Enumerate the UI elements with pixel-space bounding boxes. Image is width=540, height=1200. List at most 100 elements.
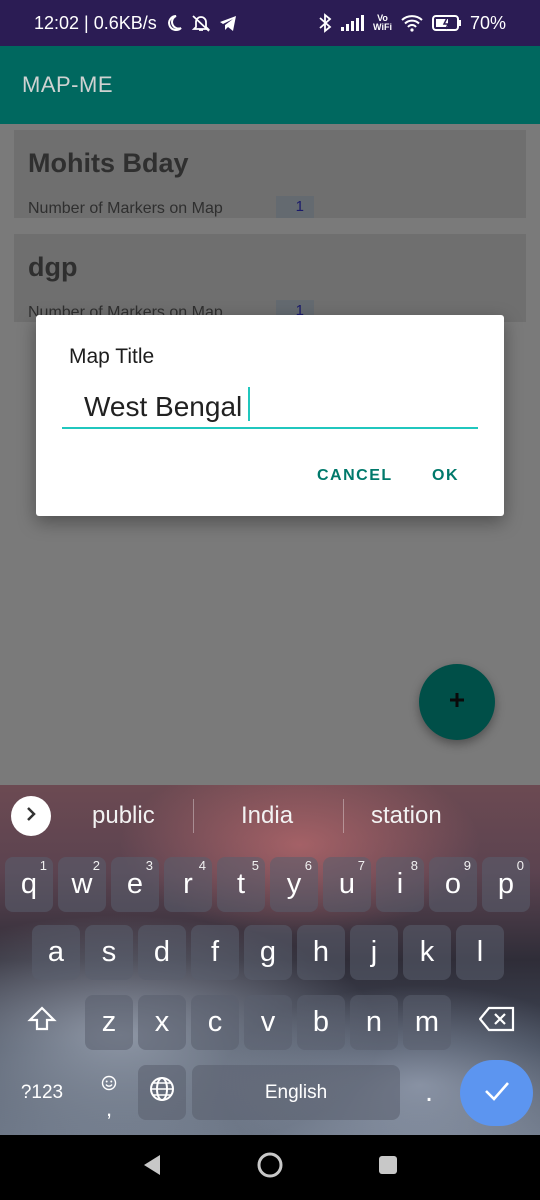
key-m[interactable]: m xyxy=(403,995,451,1050)
key-hint: 0 xyxy=(516,858,524,873)
key-o[interactable]: o9 xyxy=(429,857,477,912)
check-icon xyxy=(483,1077,511,1110)
key-g[interactable]: g xyxy=(244,925,292,980)
key-z[interactable]: z xyxy=(85,995,133,1050)
key-e[interactable]: e3 xyxy=(111,857,159,912)
home-button[interactable] xyxy=(256,1152,284,1181)
key-r[interactable]: r4 xyxy=(164,857,212,912)
chevron-right-icon xyxy=(24,805,38,828)
key-s[interactable]: s xyxy=(85,925,133,980)
space-key[interactable]: English xyxy=(192,1065,400,1120)
key-c[interactable]: c xyxy=(191,995,239,1050)
enter-key[interactable] xyxy=(460,1060,533,1126)
key-label: u xyxy=(338,868,356,900)
add-map-button[interactable] xyxy=(419,664,495,740)
key-label: l xyxy=(476,936,484,968)
recents-button[interactable] xyxy=(376,1153,400,1181)
suggestion-divider xyxy=(193,799,194,833)
key-n[interactable]: n xyxy=(350,995,398,1050)
key-t[interactable]: t5 xyxy=(217,857,265,912)
key-label: . xyxy=(424,1076,434,1108)
map-card-mohits-bday[interactable]: Mohits Bday Number of Markers on Map 1 xyxy=(14,130,526,218)
key-hint: 3 xyxy=(145,858,153,873)
key-v[interactable]: v xyxy=(244,995,292,1050)
period-key[interactable]: . xyxy=(406,1065,452,1120)
key-hint: 9 xyxy=(463,858,471,873)
key-f[interactable]: f xyxy=(191,925,239,980)
map-title-input[interactable]: West Bengal xyxy=(62,385,478,429)
key-label: , xyxy=(105,1096,113,1121)
key-hint: 7 xyxy=(357,858,365,873)
ok-button[interactable]: OK xyxy=(432,467,459,485)
key-b[interactable]: b xyxy=(297,995,345,1050)
plus-icon xyxy=(447,690,467,715)
app-title: MAP-ME xyxy=(22,72,113,97)
key-hint: 1 xyxy=(39,858,47,873)
text-caret xyxy=(248,387,250,421)
key-hint: 5 xyxy=(251,858,259,873)
key-q[interactable]: q1 xyxy=(5,857,53,912)
key-k[interactable]: k xyxy=(403,925,451,980)
key-label: f xyxy=(210,936,220,968)
shift-icon xyxy=(27,1004,57,1042)
suggestion-divider xyxy=(343,799,344,833)
key-w[interactable]: w2 xyxy=(58,857,106,912)
app-bar: MAP-ME xyxy=(0,46,540,124)
map-title-input-value: West Bengal xyxy=(84,391,243,422)
key-label: k xyxy=(419,936,435,968)
key-hint: 8 xyxy=(410,858,418,873)
key-label: y xyxy=(286,868,302,900)
map-card-marker-count: 1 xyxy=(276,196,314,218)
bluetooth-icon xyxy=(317,13,333,33)
key-i[interactable]: i8 xyxy=(376,857,424,912)
key-hint: 6 xyxy=(304,858,312,873)
map-title-dialog: Map Title West Bengal CANCEL OK xyxy=(36,315,504,516)
suggestion-3[interactable]: station xyxy=(371,802,442,830)
key-label: j xyxy=(370,936,378,968)
comma-key[interactable]: , xyxy=(86,1065,132,1120)
key-label: h xyxy=(312,936,330,968)
key-h[interactable]: h xyxy=(297,925,345,980)
key-p[interactable]: p0 xyxy=(482,857,530,912)
key-a[interactable]: a xyxy=(32,925,80,980)
globe-icon xyxy=(148,1075,176,1111)
key-y[interactable]: y6 xyxy=(270,857,318,912)
key-label: d xyxy=(153,936,171,968)
status-time-speed: 12:02 | 0.6KB/s xyxy=(34,12,157,33)
key-label: ?123 xyxy=(20,1081,64,1103)
key-x[interactable]: x xyxy=(138,995,186,1050)
keyboard: public India station q1 w2 e3 r4 t5 y6 u… xyxy=(0,785,540,1135)
signal-icon xyxy=(341,15,365,31)
vowifi-icon: Vo WiFi xyxy=(373,14,392,32)
key-j[interactable]: j xyxy=(350,925,398,980)
key-d[interactable]: d xyxy=(138,925,186,980)
suggestion-2[interactable]: India xyxy=(241,802,293,830)
language-key[interactable] xyxy=(138,1065,186,1120)
backspace-key[interactable] xyxy=(466,995,528,1050)
key-label: x xyxy=(154,1006,170,1038)
key-label: n xyxy=(365,1006,383,1038)
symbols-key[interactable]: ?123 xyxy=(10,1065,74,1120)
map-card-dgp[interactable]: dgp Number of Markers on Map 1 xyxy=(14,234,526,322)
suggestion-1[interactable]: public xyxy=(92,802,155,830)
key-label: q xyxy=(20,868,38,900)
key-label: z xyxy=(101,1006,117,1038)
suggestion-bar: public India station xyxy=(0,785,540,847)
wifi-icon xyxy=(400,14,424,32)
dialog-title: Map Title xyxy=(69,345,155,368)
key-hint: 4 xyxy=(198,858,206,873)
status-left: 12:02 | 0.6KB/s xyxy=(34,0,237,46)
key-label: t xyxy=(236,868,246,900)
key-label: e xyxy=(126,868,144,900)
bell-off-icon xyxy=(191,13,211,33)
map-card-subtitle: Number of Markers on Map xyxy=(28,200,223,217)
shift-key[interactable] xyxy=(12,995,72,1050)
key-u[interactable]: u7 xyxy=(323,857,371,912)
map-card-title: Mohits Bday xyxy=(28,148,189,178)
back-button[interactable] xyxy=(140,1153,164,1181)
suggestion-expand-button[interactable] xyxy=(11,796,51,836)
key-label: r xyxy=(183,868,193,900)
key-l[interactable]: l xyxy=(456,925,504,980)
cancel-button[interactable]: CANCEL xyxy=(317,467,393,485)
status-bar: 12:02 | 0.6KB/s Vo WiFi 70% xyxy=(0,0,540,46)
